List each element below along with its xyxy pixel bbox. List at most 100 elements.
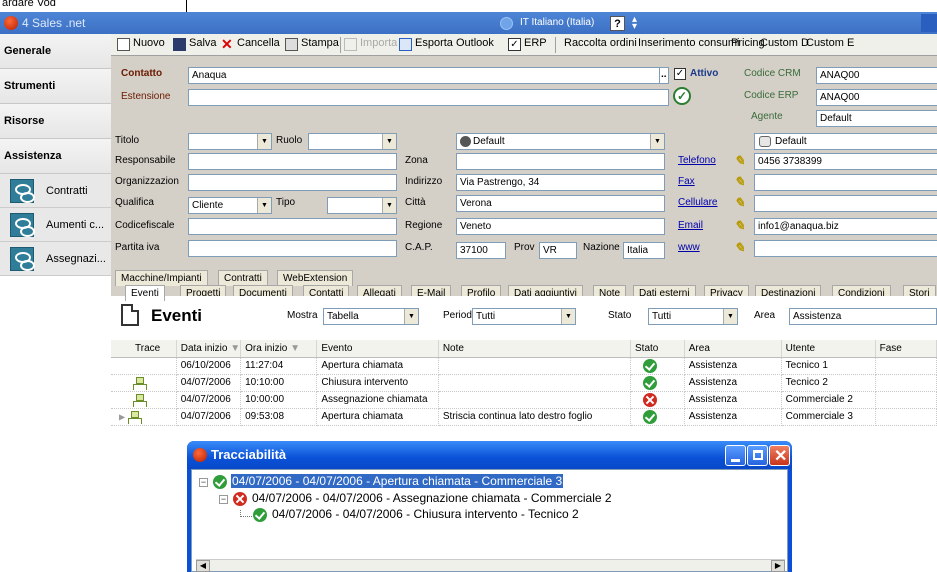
edit-pencil-icon[interactable]: ✎ xyxy=(734,154,748,168)
citta-field[interactable]: Verona xyxy=(456,195,665,212)
titolo-select[interactable]: ▼ xyxy=(188,133,272,150)
table-row[interactable]: 06/10/2006 11:27:04 Apertura chiamata As… xyxy=(111,357,937,375)
maximize-button[interactable] xyxy=(747,445,768,466)
indirizzo-field[interactable]: Via Pastrengo, 34 xyxy=(456,174,665,191)
nuovo-button[interactable]: Nuovo xyxy=(117,37,165,53)
contatto-lookup-button[interactable]: .. xyxy=(659,67,669,84)
sidebar-header-assistenza[interactable]: Assistenza xyxy=(0,139,111,174)
prov-field[interactable]: VR xyxy=(539,242,577,259)
area-select[interactable]: Assistenza xyxy=(789,308,937,325)
language-label[interactable]: IT Italiano (Italia) xyxy=(520,17,594,28)
table-row[interactable]: ▶ 04/07/2006 09:53:08 Apertura chiamata … xyxy=(111,408,937,426)
column-ora-inizio[interactable]: Ora inizio ▼ xyxy=(240,340,318,358)
trace-cell[interactable] xyxy=(111,391,177,409)
edit-pencil-icon[interactable]: ✎ xyxy=(734,241,748,255)
column-stato[interactable]: Stato xyxy=(630,340,685,358)
www-link[interactable]: www xyxy=(678,242,700,253)
edit-pencil-icon[interactable]: ✎ xyxy=(734,219,748,233)
table-row[interactable]: 04/07/2006 10:10:00 Chiusura intervento … xyxy=(111,374,937,392)
estensione-field[interactable] xyxy=(188,89,669,106)
tab-eventi[interactable]: Eventi xyxy=(125,285,165,301)
erp-checkbox[interactable]: ✓ ERP xyxy=(508,37,547,53)
stato-select[interactable]: Tutti ▼ xyxy=(648,308,738,325)
traceability-title-bar[interactable]: Tracciabilità ✕ xyxy=(187,441,792,469)
sidebar-item-aumenti[interactable]: Aumenti c... xyxy=(0,208,111,242)
responsabile-field[interactable] xyxy=(188,153,397,170)
cellulare-link[interactable]: Cellulare xyxy=(678,197,717,208)
email-link[interactable]: Email xyxy=(678,220,703,231)
telefono-field[interactable]: 0456 3738399 xyxy=(754,153,937,170)
tree-node[interactable]: 04/07/2006 - 04/07/2006 - Apertura chiam… xyxy=(231,474,564,488)
importa-button[interactable]: Importa xyxy=(344,37,397,53)
minimize-button[interactable] xyxy=(725,445,746,466)
column-note[interactable]: Note xyxy=(438,340,632,358)
cellulare-field[interactable] xyxy=(754,195,937,212)
trace-tree-icon[interactable] xyxy=(133,393,147,407)
salva-button[interactable]: Salva xyxy=(173,37,217,53)
custom-e-button[interactable]: Custom E xyxy=(790,37,854,53)
organizzazione-field[interactable] xyxy=(188,174,397,191)
default-right-field[interactable]: Default xyxy=(754,133,937,150)
column-area[interactable]: Area xyxy=(684,340,782,358)
codice-erp-field[interactable]: ANAQ00 xyxy=(816,89,937,106)
cap-field[interactable]: 37100 xyxy=(456,242,506,259)
tab-macchine-impianti[interactable]: Macchine/Impianti xyxy=(115,270,208,286)
telefono-link[interactable]: Telefono xyxy=(678,155,716,166)
email-field[interactable]: info1@anaqua.biz xyxy=(754,218,937,235)
mostra-select[interactable]: Tabella ▼ xyxy=(323,308,419,325)
codicefiscale-field[interactable] xyxy=(188,218,397,235)
language-bar[interactable]: IT Italiano (Italia) ? ▴ ▾ xyxy=(500,15,700,32)
scroll-left-icon[interactable]: ◀ xyxy=(196,560,210,572)
sidebar-item-assegnazioni[interactable]: Assegnazi... xyxy=(0,242,111,276)
titolo-label: Titolo xyxy=(115,135,140,146)
agente-field[interactable]: Default xyxy=(816,110,937,127)
edit-pencil-icon[interactable]: ✎ xyxy=(734,175,748,189)
language-options-icon[interactable]: ▴ ▾ xyxy=(632,15,637,32)
default-template-select[interactable]: Default ▼ xyxy=(456,133,665,150)
scroll-right-icon[interactable]: ▶ xyxy=(771,560,785,572)
tab-contratti[interactable]: Contratti xyxy=(218,270,268,286)
www-field[interactable] xyxy=(754,240,937,257)
sidebar-item-contratti[interactable]: Contratti xyxy=(0,174,111,208)
trace-tree-icon[interactable] xyxy=(133,376,147,390)
column-trace[interactable]: Trace xyxy=(111,340,177,358)
zona-field[interactable] xyxy=(456,153,665,170)
nazione-field[interactable]: Italia xyxy=(623,242,665,259)
edit-pencil-icon[interactable]: ✎ xyxy=(734,196,748,210)
column-utente[interactable]: Utente xyxy=(781,340,876,358)
sidebar-header-strumenti[interactable]: Strumenti xyxy=(0,69,111,104)
table-row[interactable]: 04/07/2006 10:00:00 Assegnazione chiamat… xyxy=(111,391,937,409)
collapse-icon[interactable]: − xyxy=(199,478,208,487)
sidebar-header-generale[interactable]: Generale xyxy=(0,34,111,69)
codice-crm-field[interactable]: ANAQ00 xyxy=(816,67,937,84)
horizontal-scrollbar[interactable]: ◀ ▶ xyxy=(196,559,785,572)
tree-node[interactable]: 04/07/2006 - 04/07/2006 - Chiusura inter… xyxy=(272,507,579,521)
trace-cell[interactable] xyxy=(111,374,177,392)
tree-node[interactable]: 04/07/2006 - 04/07/2006 - Assegnazione c… xyxy=(252,491,612,505)
fax-field[interactable] xyxy=(754,174,937,191)
tab-webextension[interactable]: WebExtension xyxy=(277,270,354,286)
esporta-outlook-button[interactable]: Esporta Outlook xyxy=(399,37,494,53)
fax-link[interactable]: Fax xyxy=(678,176,695,187)
ruolo-select[interactable]: ▼ xyxy=(308,133,397,150)
column-fase[interactable]: Fase xyxy=(875,340,937,358)
ora-cell: 10:00:00 xyxy=(240,391,318,409)
regione-field[interactable]: Veneto xyxy=(456,218,665,235)
attivo-checkbox[interactable]: ✓ xyxy=(674,68,686,80)
trace-cell[interactable]: ▶ xyxy=(111,408,177,426)
column-evento[interactable]: Evento xyxy=(316,340,439,358)
trace-tree-icon[interactable] xyxy=(127,410,142,424)
sidebar-header-risorse[interactable]: Risorse xyxy=(0,104,111,139)
window-control-button[interactable] xyxy=(921,14,937,32)
stampa-button[interactable]: Stampa xyxy=(285,37,339,53)
help-button[interactable]: ? xyxy=(610,16,625,31)
tipo-select[interactable]: ▼ xyxy=(327,197,397,214)
collapse-icon[interactable]: − xyxy=(219,495,228,504)
column-data-inizio[interactable]: Data inizio ▼ xyxy=(176,340,242,358)
partita-iva-field[interactable] xyxy=(188,240,397,257)
qualifica-select[interactable]: Cliente ▼ xyxy=(188,197,272,214)
periodo-select[interactable]: Tutti ▼ xyxy=(472,308,576,325)
close-button[interactable]: ✕ xyxy=(769,445,790,466)
cancella-button[interactable]: ✕ Cancella xyxy=(221,37,280,53)
contatto-field[interactable]: Anaqua xyxy=(188,67,665,84)
